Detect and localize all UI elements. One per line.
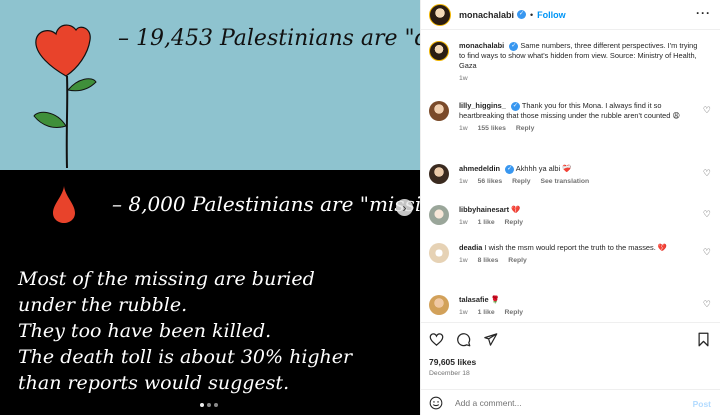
comment-body: libbyhainesart 💔 1w 1 like Reply xyxy=(459,205,699,228)
comment-text: I wish the msm would report the truth to… xyxy=(484,243,668,252)
carousel-next-button[interactable]: › xyxy=(396,199,413,216)
caption-username[interactable]: monachalabi xyxy=(459,41,504,50)
paragraph-line: under the rubble. xyxy=(18,294,188,316)
carousel-dot xyxy=(207,403,211,407)
carousel-dot xyxy=(214,403,218,407)
heart-icon[interactable]: ♡ xyxy=(703,209,711,220)
follow-button[interactable]: Follow xyxy=(537,10,566,20)
verified-badge-icon: ✓ xyxy=(505,164,515,174)
comment-username[interactable]: talasafie xyxy=(459,295,489,304)
comment-meta: 1w 8 likes Reply xyxy=(459,256,699,266)
comment-username[interactable]: lilly_higgins_ xyxy=(459,101,506,110)
caption-meta: 1w xyxy=(459,74,699,84)
comment-body: ahmedeldin ✓ Akhhh ya albi ❤️‍🩹 1w 56 li… xyxy=(459,164,699,187)
commenter-avatar[interactable] xyxy=(429,243,449,263)
heart-icon[interactable]: ♡ xyxy=(703,299,711,310)
chevron-right-icon: › xyxy=(402,200,407,215)
commenter-avatar[interactable] xyxy=(429,164,449,184)
post-comment-button[interactable]: Post xyxy=(693,399,711,409)
likes-count[interactable]: 79,605 likes xyxy=(429,357,476,367)
verified-badge-icon: ✓ xyxy=(510,101,520,111)
comment-text: Akhhh ya albi ❤️‍🩹 xyxy=(515,164,572,173)
commenter-avatar[interactable] xyxy=(429,101,449,121)
comment-bubble-icon[interactable] xyxy=(456,332,471,347)
bookmark-icon[interactable] xyxy=(696,332,711,347)
paragraph-line: The death toll is about 30% higher xyxy=(18,346,353,368)
comment-likes[interactable]: 8 likes xyxy=(478,257,499,264)
comment-time: 1w xyxy=(459,309,468,316)
carousel-dot xyxy=(200,403,204,407)
paragraph-line: Most of the missing are buried xyxy=(18,268,315,290)
blood-drop-illustration xyxy=(53,186,75,223)
carousel-dots xyxy=(200,403,218,407)
comment-likes[interactable]: 56 likes xyxy=(478,178,503,185)
verified-badge-icon: ✓ xyxy=(509,41,519,51)
comment-body: deadia I wish the msm would report the t… xyxy=(459,243,699,266)
post-actions: 79,605 likes December 18 Post xyxy=(421,322,720,415)
caption-avatar[interactable] xyxy=(429,41,449,61)
comment-time: 1w xyxy=(459,178,468,185)
see-translation-button[interactable]: See translation xyxy=(540,178,589,185)
action-icons xyxy=(429,332,498,347)
comment-likes[interactable]: 1 like xyxy=(478,219,495,226)
heart-icon[interactable]: ♡ xyxy=(703,247,711,258)
commenter-avatar[interactable] xyxy=(429,205,449,225)
post-date: December 18 xyxy=(429,370,470,377)
comment-input[interactable] xyxy=(455,398,675,408)
comment-text: 💔 xyxy=(511,205,521,214)
more-dots-icon[interactable]: ··· xyxy=(696,7,711,19)
author-username[interactable]: monachalabi xyxy=(459,10,514,20)
comment-username[interactable]: deadia xyxy=(459,243,482,252)
reply-button[interactable]: Reply xyxy=(512,178,531,185)
comments-list[interactable]: monachalabi ✓ Same numbers, three differ… xyxy=(421,31,720,321)
comment-username[interactable]: ahmedeldin xyxy=(459,164,500,173)
header-separator: • xyxy=(530,9,534,20)
paragraph-line: than reports would suggest. xyxy=(18,372,290,394)
add-comment-bar: Post xyxy=(421,389,720,415)
paragraph-line: They too have been killed. xyxy=(18,320,272,342)
comment-meta: 1w 1 like Reply xyxy=(459,218,699,228)
explanation-paragraph: Most of the missing are buried under the… xyxy=(18,266,353,396)
missing-count-text: – 8,000 Palestinians are "missing". xyxy=(112,192,420,216)
caption-time: 1w xyxy=(459,75,468,82)
reply-button[interactable]: Reply xyxy=(505,219,524,226)
post-header: monachalabi ✓ • Follow ··· xyxy=(421,0,720,30)
verified-badge-icon: ✓ xyxy=(517,10,527,19)
heart-icon[interactable]: ♡ xyxy=(703,168,711,179)
comment-time: 1w xyxy=(459,219,468,226)
commenter-avatar[interactable] xyxy=(429,295,449,315)
comment-time: 1w xyxy=(459,257,468,264)
comment-meta: 1w 1 like Reply xyxy=(459,308,699,318)
comment-username[interactable]: libbyhainesart xyxy=(459,205,509,214)
dead-count-text: – 19,453 Palestinians are "dead". xyxy=(118,26,420,51)
comment-meta: 1w 155 likes Reply xyxy=(459,124,699,134)
emoji-icon[interactable] xyxy=(429,396,443,410)
post-sidebar: monachalabi ✓ • Follow ··· monachalabi ✓… xyxy=(420,0,720,415)
like-heart-icon[interactable] xyxy=(429,332,444,347)
comment-text: 🌹 xyxy=(490,295,500,304)
reply-button[interactable]: Reply xyxy=(508,257,527,264)
comment-body: talasafie 🌹 1w 1 like Reply xyxy=(459,295,699,318)
comment-meta: 1w 56 likes Reply See translation xyxy=(459,177,699,187)
comment-likes[interactable]: 1 like xyxy=(478,309,495,316)
reply-button[interactable]: Reply xyxy=(505,309,524,316)
reply-button[interactable]: Reply xyxy=(516,125,535,132)
share-send-icon[interactable] xyxy=(483,332,498,347)
flower-illustration xyxy=(33,24,97,168)
caption-body: monachalabi ✓ Same numbers, three differ… xyxy=(459,41,699,84)
post-image: – 19,453 Palestinians are "dead". – 8,00… xyxy=(0,0,420,415)
author-avatar[interactable] xyxy=(429,3,451,26)
comment-body: lilly_higgins_ ✓ Thank you for this Mona… xyxy=(459,101,699,134)
comment-time: 1w xyxy=(459,125,468,132)
heart-icon[interactable]: ♡ xyxy=(703,105,711,116)
comment-likes[interactable]: 155 likes xyxy=(478,125,506,132)
